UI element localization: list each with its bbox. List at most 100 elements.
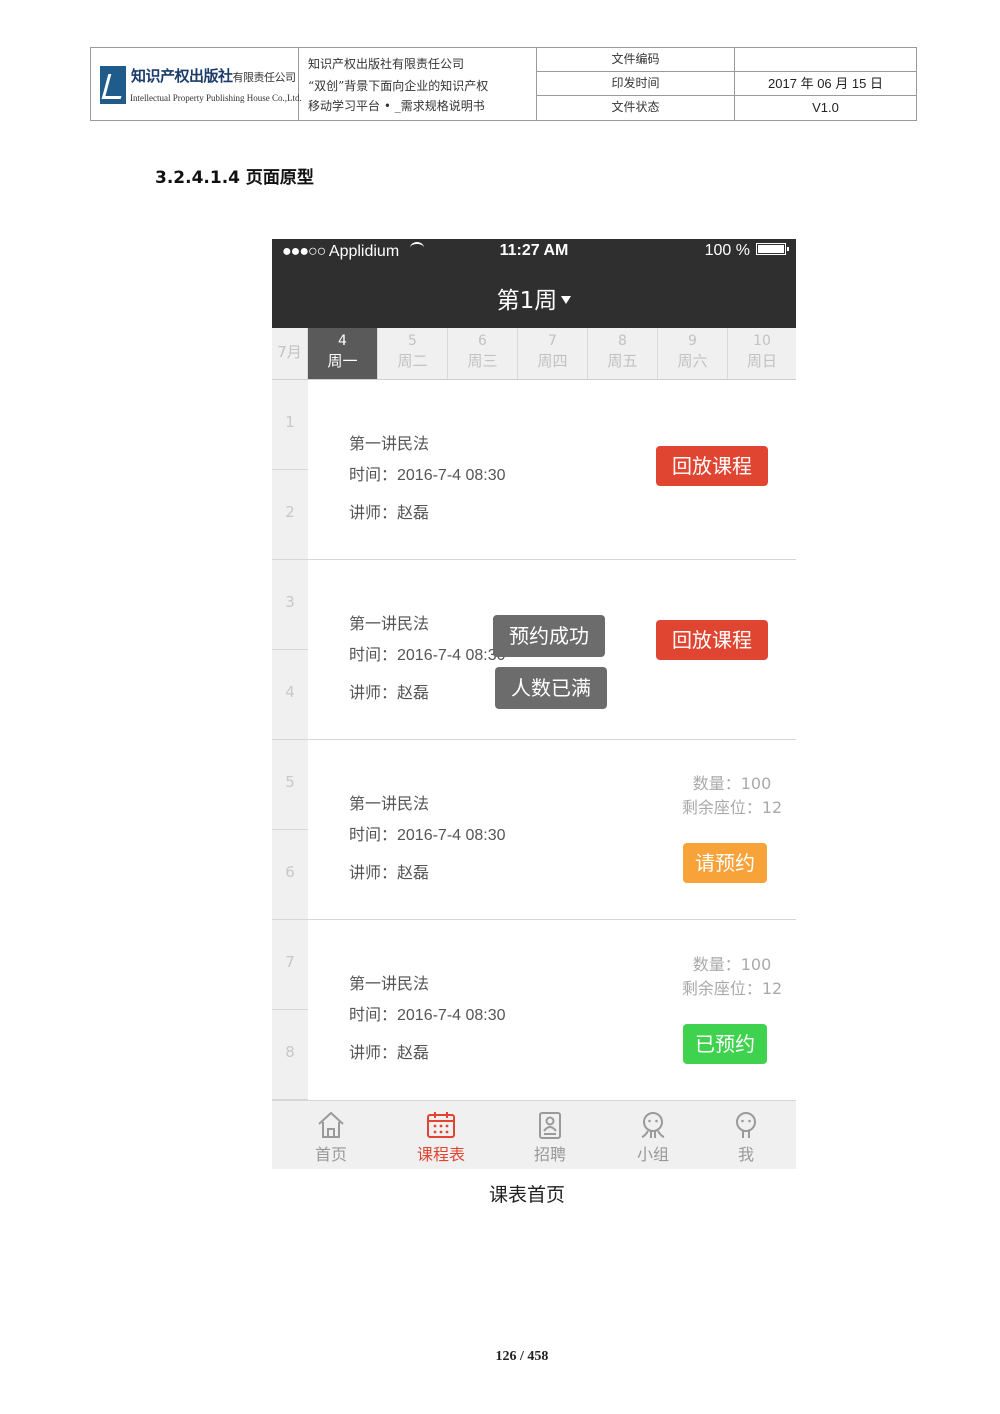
home-icon: [318, 1111, 344, 1138]
course-time: 时间：2016-7-4 08:30: [349, 647, 506, 664]
section-title: 3.2.4.1.4 页面原型: [155, 168, 314, 188]
status-bar: ●●●○○ Applidium 11:27 AM 100 %: [272, 239, 796, 265]
replay-course-button[interactable]: 回放课程: [656, 446, 768, 486]
week-title: 第1周: [496, 288, 558, 314]
document-title: 知识产权出版社有限责任公司 “双创”背景下面向企业的知识产权 移动学习平台 • …: [299, 48, 537, 120]
group-icon: [641, 1112, 665, 1138]
caret-down-icon: [561, 296, 572, 304]
page-number: 126 / 458: [495, 1349, 549, 1364]
tab-schedule[interactable]: 课程表: [391, 1101, 491, 1169]
period-cell: 8: [272, 1010, 308, 1100]
course-time: 时间：2016-7-4 08:30: [349, 827, 506, 844]
document-title-line: “双创”背景下面向企业的知识产权: [308, 79, 489, 93]
period-number: 7: [285, 953, 295, 971]
course-card: 第一讲民法 时间：2016-7-4 08:30 讲师：赵磊 回放课程: [308, 380, 796, 560]
document-title-line: 移动学习平台 • _需求规格说明书: [308, 99, 485, 113]
day-weekday: 周一: [327, 352, 358, 370]
course-name: 第一讲民法: [349, 434, 430, 453]
period-cell: 7: [272, 920, 308, 1010]
course-teacher: 讲师：赵磊: [349, 863, 430, 882]
battery-icon: [756, 243, 789, 255]
tab-group[interactable]: 小组: [603, 1101, 703, 1169]
month-label: 7月: [272, 328, 308, 379]
class-full-toast: 人数已满: [495, 667, 607, 709]
day-number: 9: [688, 333, 697, 349]
day-tab-thu[interactable]: 7 周四: [518, 328, 588, 379]
week-selector[interactable]: 第1周: [272, 281, 796, 315]
tab-label: 课程表: [416, 1145, 465, 1164]
issue-date-value: 2017 年 06 月 15 日: [735, 72, 916, 96]
period-number: 3: [285, 593, 295, 611]
booked-button[interactable]: 已预约: [683, 1024, 767, 1064]
period-number: 6: [285, 863, 295, 881]
document-header-table: 知识产权出版社有限责任公司 Intellectual Property Publ…: [90, 47, 917, 121]
day-tab-fri[interactable]: 8 周五: [588, 328, 658, 379]
day-number: 8: [618, 333, 627, 349]
doc-status-value: V1.0: [812, 100, 839, 115]
period-number: 2: [285, 503, 295, 521]
course-card: 第一讲民法 时间：2016-7-4 08:30 讲师：赵磊 数量：100 剩余座…: [308, 740, 796, 920]
date-strip: 7月 4 周一 5 周二 6 周三 7 周四 8 周五 9 周六 10 周日: [272, 328, 796, 380]
phone-prototype: ●●●○○ Applidium 11:27 AM 100 % 第1周 7月 4 …: [272, 239, 796, 1169]
tab-recruit[interactable]: 招聘: [500, 1101, 600, 1169]
tab-label: 招聘: [533, 1145, 566, 1164]
day-tab-sat[interactable]: 9 周六: [658, 328, 728, 379]
tab-label: 我: [737, 1145, 754, 1164]
course-name: 第一讲民法: [349, 614, 430, 633]
booking-success-toast: 预约成功: [493, 615, 605, 657]
course-time: 时间：2016-7-4 08:30: [349, 1007, 506, 1024]
publisher-logo-mark: [100, 66, 126, 104]
remaining-seats: 剩余座位：12: [681, 798, 783, 817]
course-card: 第一讲民法 时间：2016-7-4 08:30 讲师：赵磊 回放课程 预约成功 …: [308, 560, 796, 740]
day-number: 10: [753, 333, 771, 349]
tab-home[interactable]: 首页: [281, 1101, 381, 1169]
period-cell: 2: [272, 470, 308, 560]
period-number: 4: [285, 683, 295, 701]
document-title-line: 知识产权出版社有限责任公司: [308, 57, 465, 71]
bottom-tab-bar: 首页 课程表 招聘 小组 我: [272, 1100, 796, 1169]
period-cell: 4: [272, 650, 308, 740]
course-capacity: 数量：100: [692, 774, 772, 793]
day-weekday: 周五: [607, 352, 638, 370]
course-name: 第一讲民法: [349, 974, 430, 993]
tab-label: 小组: [636, 1145, 669, 1164]
day-weekday: 周三: [467, 352, 498, 370]
book-course-button[interactable]: 请预约: [683, 843, 767, 883]
tab-label: 首页: [314, 1145, 347, 1164]
replay-course-button[interactable]: 回放课程: [656, 620, 768, 660]
course-teacher: 讲师：赵磊: [349, 1043, 430, 1062]
doc-status-label: 文件状态: [537, 96, 735, 120]
user-icon: [736, 1112, 756, 1138]
period-cell: 5: [272, 740, 308, 830]
issue-date-label: 印发时间: [537, 72, 735, 96]
day-number: 4: [338, 333, 347, 349]
period-number: 1: [285, 413, 295, 431]
day-weekday: 周日: [746, 352, 777, 370]
day-number: 5: [408, 333, 417, 349]
publisher-english-name: Intellectual Property Publishing House C…: [130, 93, 302, 103]
publisher-logo: 知识产权出版社有限责任公司 Intellectual Property Publ…: [91, 48, 302, 120]
doc-code-label: 文件编码: [537, 48, 735, 72]
course-name: 第一讲民法: [349, 794, 430, 813]
resume-icon: [539, 1112, 561, 1139]
course-card: 第一讲民法 时间：2016-7-4 08:30 讲师：赵磊 数量：100 剩余座…: [308, 920, 796, 1100]
day-weekday: 周二: [397, 352, 428, 370]
day-tab-wed[interactable]: 6 周三: [448, 328, 518, 379]
period-number: 5: [285, 773, 295, 791]
remaining-seats: 剩余座位：12: [681, 979, 783, 998]
period-cell: 1: [272, 380, 308, 470]
doc-code-value: [735, 48, 916, 72]
day-number: 7: [548, 333, 557, 349]
tab-me[interactable]: 我: [696, 1101, 796, 1169]
course-time: 时间：2016-7-4 08:30: [349, 467, 506, 484]
course-teacher: 讲师：赵磊: [349, 503, 430, 522]
calendar-icon: [427, 1112, 455, 1138]
publisher-name-suffix: 有限责任公司: [232, 71, 297, 84]
day-tab-mon[interactable]: 4 周一: [308, 328, 378, 379]
day-tab-sun[interactable]: 10 周日: [728, 328, 796, 379]
status-battery: 100 %: [705, 242, 789, 260]
day-tab-tue[interactable]: 5 周二: [378, 328, 448, 379]
nav-bar: 第1周: [272, 265, 796, 328]
figure-caption: 课表首页: [488, 1184, 565, 1206]
day-weekday: 周四: [537, 352, 568, 370]
